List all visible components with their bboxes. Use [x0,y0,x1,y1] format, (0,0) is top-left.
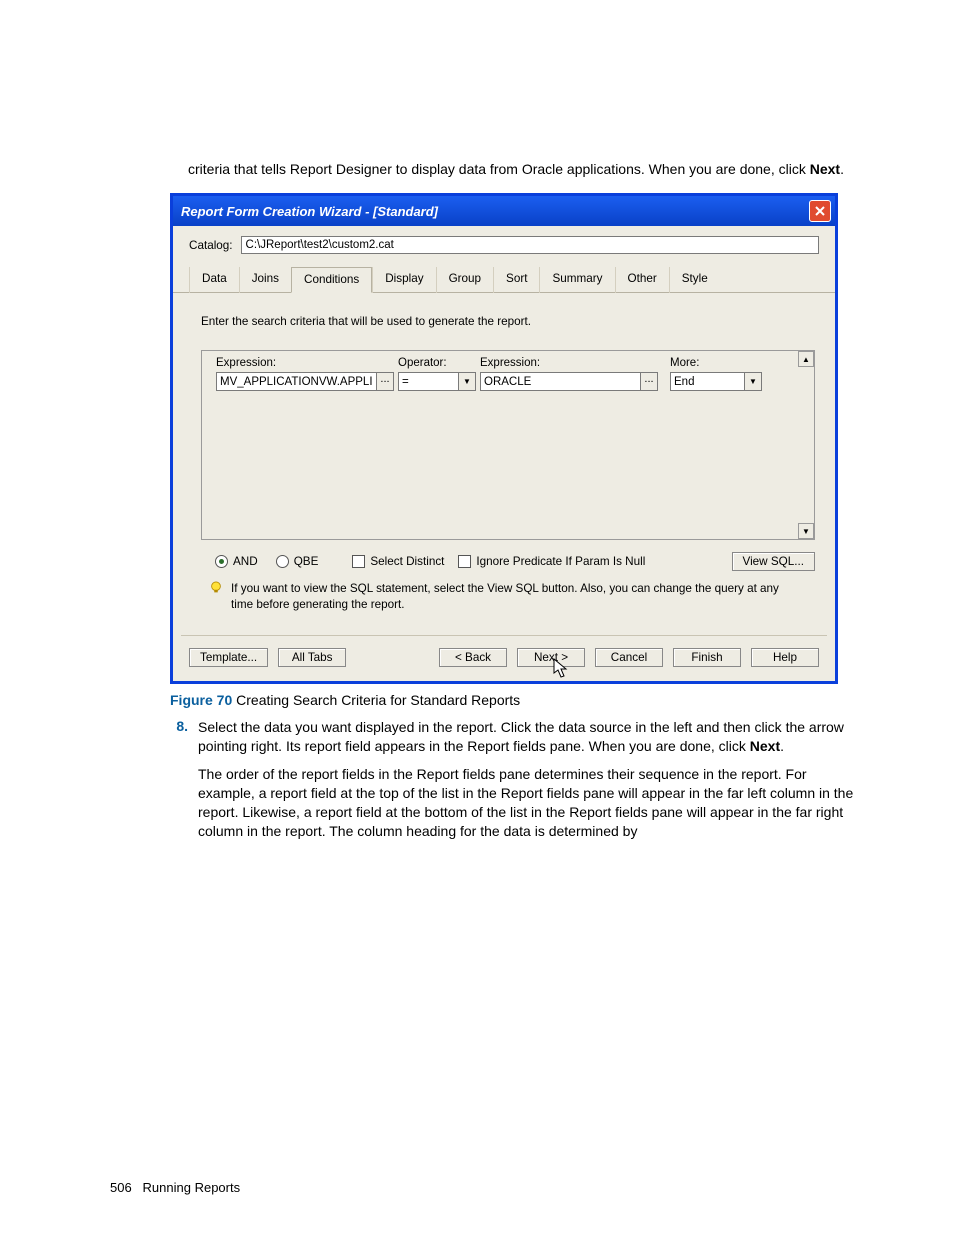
expression-1-input[interactable] [216,372,376,391]
finish-button[interactable]: Finish [673,648,741,667]
header-expression-1: Expression: [216,357,394,369]
cursor-icon [553,658,571,680]
cancel-button[interactable]: Cancel [595,648,663,667]
check-select-distinct[interactable]: Select Distinct [352,555,444,568]
step-8-text: Select the data you want displayed in th… [198,718,864,757]
hint-text: If you want to view the SQL statement, s… [201,579,815,625]
tab-style[interactable]: Style [669,267,720,293]
title-bar: Report Form Creation Wizard - [Standard] [173,196,835,226]
all-tabs-button[interactable]: All Tabs [278,648,346,667]
follow-paragraph: The order of the report fields in the Re… [198,765,864,842]
view-sql-button[interactable]: View SQL... [732,552,816,571]
expression-2-input[interactable] [480,372,640,391]
tab-conditions[interactable]: Conditions [291,267,372,293]
radio-qbe[interactable]: QBE [276,555,319,568]
figure-caption: Figure 70 Creating Search Criteria for S… [170,692,864,708]
page-footer: 506 Running Reports [110,1180,240,1195]
next-button[interactable]: Next > [517,648,585,667]
tab-sort[interactable]: Sort [493,267,539,293]
catalog-input[interactable] [241,236,819,254]
header-expression-2: Expression: [480,357,658,369]
lightbulb-icon [209,581,223,595]
scroll-up-button[interactable]: ▲ [798,351,814,367]
help-button[interactable]: Help [751,648,819,667]
tab-other[interactable]: Other [615,267,669,293]
back-button[interactable]: < Back [439,648,507,667]
radio-and[interactable]: AND [215,555,258,568]
tab-display[interactable]: Display [372,267,435,293]
chevron-down-icon: ▼ [458,373,475,390]
criteria-panel: Expression: Operator: Expression: More: … [201,350,815,540]
more-select[interactable]: End▼ [670,372,762,391]
check-ignore-predicate[interactable]: Ignore Predicate If Param Is Null [458,555,645,568]
step-number-8: 8. [166,718,188,757]
header-operator: Operator: [398,357,476,369]
template-button[interactable]: Template... [189,648,268,667]
dialog-window: Report Form Creation Wizard - [Standard]… [170,193,838,684]
expression-1-browse-button[interactable]: ... [376,372,394,391]
scroll-down-button[interactable]: ▼ [798,523,814,539]
operator-select[interactable]: =▼ [398,372,476,391]
catalog-label: Catalog: [189,239,233,252]
window-title: Report Form Creation Wizard - [Standard] [181,204,438,219]
instruction-text: Enter the search criteria that will be u… [201,315,815,328]
tab-summary[interactable]: Summary [539,267,614,293]
tab-joins[interactable]: Joins [239,267,291,293]
expression-2-browse-button[interactable]: ... [640,372,658,391]
tab-data[interactable]: Data [189,267,239,293]
intro-paragraph: criteria that tells Report Designer to d… [188,160,864,179]
header-more: More: [670,357,762,369]
tab-bar: Data Joins Conditions Display Group Sort… [173,258,835,293]
tab-group[interactable]: Group [436,267,493,293]
close-icon[interactable] [809,200,831,222]
chevron-down-icon: ▼ [744,373,761,390]
